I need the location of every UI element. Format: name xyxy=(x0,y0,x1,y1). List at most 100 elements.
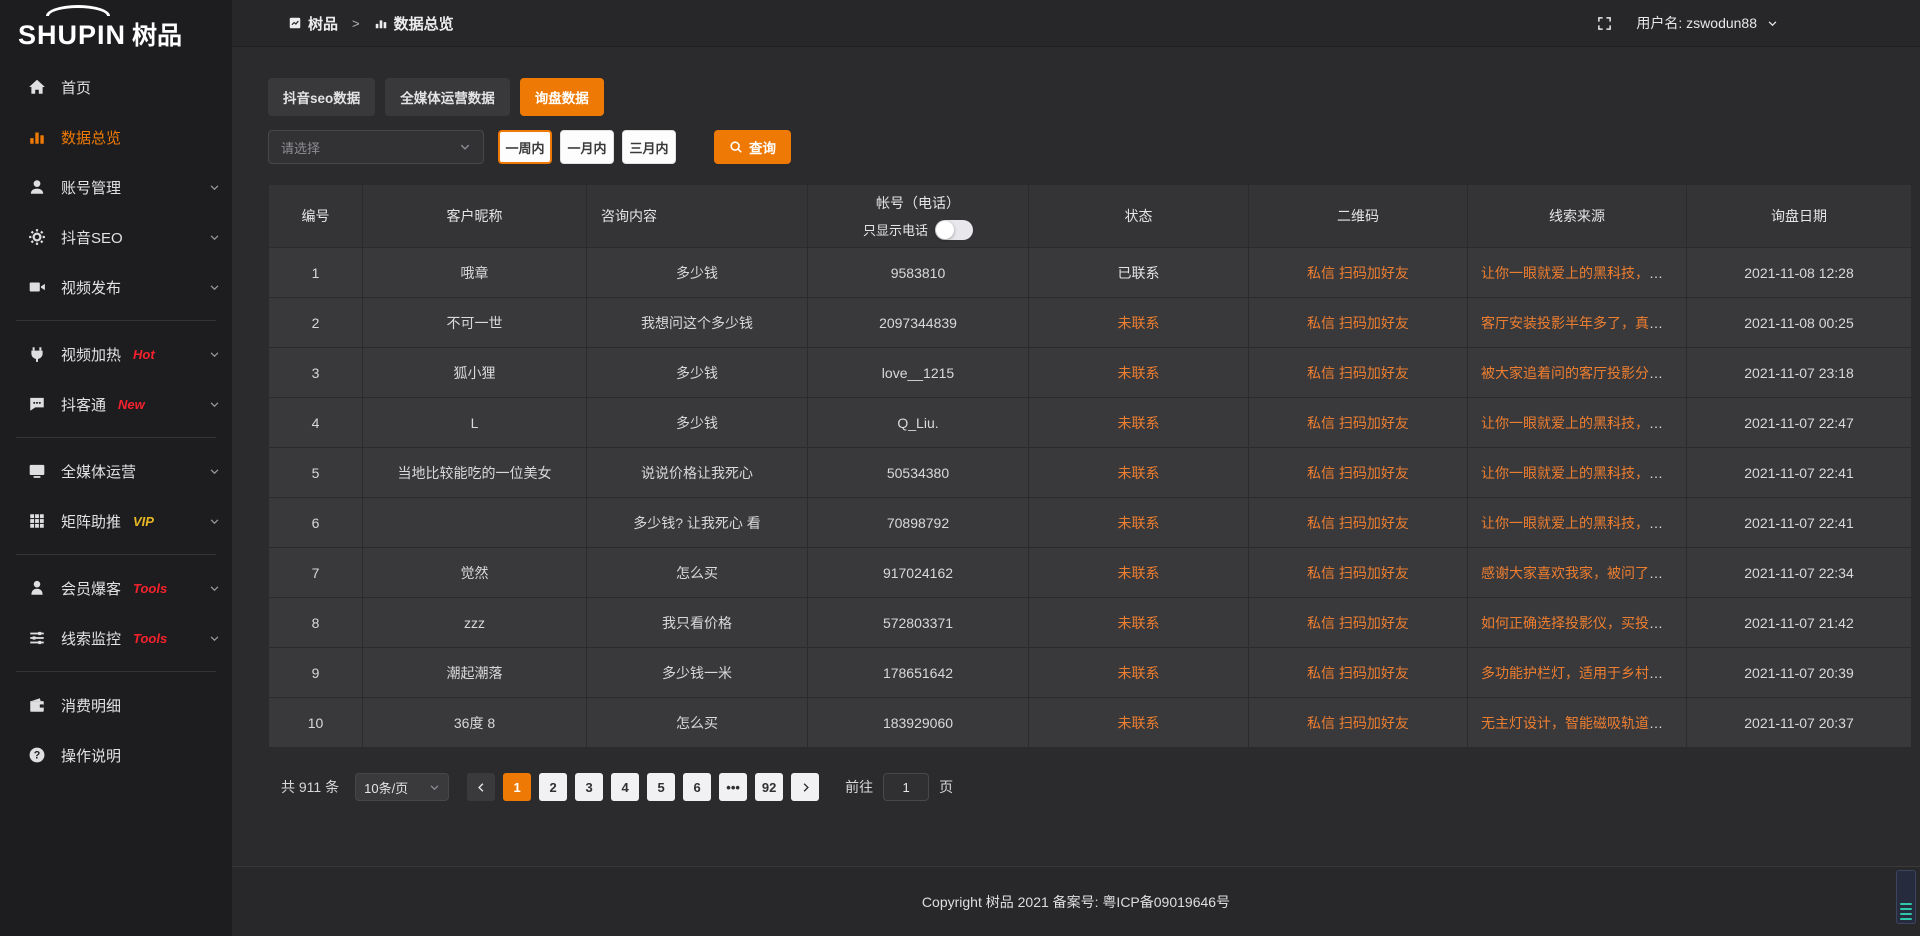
column-header: 询盘日期 xyxy=(1687,185,1912,248)
chevron-down-icon xyxy=(459,141,471,153)
period-button-2[interactable]: 三月内 xyxy=(622,130,676,164)
source-link[interactable]: 让你一眼就爱上的黑科技，能... xyxy=(1481,515,1675,531)
next-page-button[interactable] xyxy=(791,773,819,801)
sidebar-item-label: 视频发布 xyxy=(61,277,121,298)
cell-nickname: 不可一世 xyxy=(363,298,587,348)
data-tabs: 抖音seo数据全媒体运营数据询盘数据 xyxy=(268,78,1911,116)
monitor-icon xyxy=(28,462,46,480)
user-area: 用户名: zswodun88 xyxy=(1597,13,1778,33)
cell-qrcode: 私信 扫码加好友 xyxy=(1249,648,1468,698)
video-icon xyxy=(28,278,46,296)
cell-account: 70898792 xyxy=(808,498,1029,548)
username[interactable]: 用户名: zswodun88 xyxy=(1636,13,1757,33)
cell-source: 感谢大家喜欢我家，被问了好... xyxy=(1468,548,1687,598)
cell-qrcode: 私信 扫码加好友 xyxy=(1249,598,1468,648)
qrcode-link[interactable]: 私信 扫码加好友 xyxy=(1307,365,1409,381)
cell-nickname xyxy=(363,498,587,548)
cell-id: 2 xyxy=(269,298,363,348)
cell-nickname: 当地比较能吃的一位美女 xyxy=(363,448,587,498)
tab-1[interactable]: 全媒体运营数据 xyxy=(385,78,510,116)
sidebar-item-chat[interactable]: 抖客通New xyxy=(0,379,232,429)
page-button-5[interactable]: 5 xyxy=(647,773,675,801)
cell-qrcode: 私信 扫码加好友 xyxy=(1249,348,1468,398)
page-button-2[interactable]: 2 xyxy=(539,773,567,801)
sidebar-item-label: 视频加热 xyxy=(61,344,121,365)
page-button-4[interactable]: 4 xyxy=(611,773,639,801)
source-link[interactable]: 让你一眼就爱上的黑科技，能... xyxy=(1481,265,1675,281)
chevron-down-icon xyxy=(209,349,220,360)
sidebar-item-member[interactable]: 会员爆客Tools xyxy=(0,563,232,613)
qrcode-link[interactable]: 私信 扫码加好友 xyxy=(1307,565,1409,581)
qrcode-link[interactable]: 私信 扫码加好友 xyxy=(1307,715,1409,731)
goto-page: 前往 页 xyxy=(845,773,953,801)
status-badge: 未联系 xyxy=(1029,548,1249,598)
source-link[interactable]: 被大家追着问的客厅投影分享... xyxy=(1481,365,1675,381)
sidebar-item-grid[interactable]: 矩阵助推VIP xyxy=(0,496,232,546)
source-link[interactable]: 让你一眼就爱上的黑科技，能... xyxy=(1481,415,1675,431)
page-button-3[interactable]: 3 xyxy=(575,773,603,801)
cell-content: 我想问这个多少钱 xyxy=(587,298,808,348)
sidebar-item-bar-chart[interactable]: 数据总览 xyxy=(0,112,232,162)
fullscreen-icon[interactable] xyxy=(1597,16,1612,31)
source-link[interactable]: 感谢大家喜欢我家，被问了好... xyxy=(1481,565,1675,581)
sidebar-item-user[interactable]: 账号管理 xyxy=(0,162,232,212)
floating-widget[interactable] xyxy=(1896,870,1916,924)
qrcode-link[interactable]: 私信 扫码加好友 xyxy=(1307,265,1409,281)
qrcode-link[interactable]: 私信 扫码加好友 xyxy=(1307,615,1409,631)
sidebar-divider xyxy=(16,671,216,672)
sidebar-badge: VIP xyxy=(133,514,154,529)
qrcode-link[interactable]: 私信 扫码加好友 xyxy=(1307,515,1409,531)
sidebar-item-video[interactable]: 视频发布 xyxy=(0,262,232,312)
cell-id: 4 xyxy=(269,398,363,448)
chevron-down-icon xyxy=(209,466,220,477)
cell-qrcode: 私信 扫码加好友 xyxy=(1249,698,1468,748)
column-header: 客户昵称 xyxy=(363,185,587,248)
column-header: 线索来源 xyxy=(1468,185,1687,248)
sidebar-item-wallet[interactable]: 消费明细 xyxy=(0,680,232,730)
sidebar-item-heat[interactable]: 视频加热Hot xyxy=(0,329,232,379)
tab-2[interactable]: 询盘数据 xyxy=(520,78,604,116)
chevron-down-icon xyxy=(209,282,220,293)
period-button-1[interactable]: 一月内 xyxy=(560,130,614,164)
tab-0[interactable]: 抖音seo数据 xyxy=(268,78,375,116)
qrcode-link[interactable]: 私信 扫码加好友 xyxy=(1307,665,1409,681)
page-ellipsis-button[interactable]: ••• xyxy=(719,773,747,801)
source-link[interactable]: 如何正确选择投影仪，买投影... xyxy=(1481,615,1675,631)
page-size-select[interactable]: 10条/页 xyxy=(355,773,449,801)
status-badge: 未联系 xyxy=(1029,398,1249,448)
breadcrumb-current: 数据总览 xyxy=(374,13,454,34)
sidebar-item-home[interactable]: 首页 xyxy=(0,62,232,112)
phone-only-toggle[interactable] xyxy=(935,220,973,240)
prev-page-button[interactable] xyxy=(467,773,495,801)
sidebar-nav: 首页数据总览账号管理抖音SEO 视频发布视频加热Hot抖客通New 全媒体运营矩阵助… xyxy=(0,54,232,780)
breadcrumb-root[interactable]: 树品 xyxy=(288,13,338,34)
goto-page-input[interactable] xyxy=(883,773,929,801)
sidebar-item-gear[interactable]: 抖音SEO xyxy=(0,212,232,262)
qrcode-link[interactable]: 私信 扫码加好友 xyxy=(1307,415,1409,431)
sidebar-item-monitor[interactable]: 全媒体运营 xyxy=(0,446,232,496)
source-link[interactable]: 无主灯设计，智能磁吸轨道灯... xyxy=(1481,715,1675,731)
cell-id: 3 xyxy=(269,348,363,398)
source-link[interactable]: 客厅安装投影半年多了，真实... xyxy=(1481,315,1675,331)
sidebar-item-help[interactable]: ?操作说明 xyxy=(0,730,232,780)
table-row: 6多少钱? 让我死心 看70898792未联系私信 扫码加好友让你一眼就爱上的黑… xyxy=(269,498,1912,548)
chevron-down-icon xyxy=(209,633,220,644)
period-button-0[interactable]: 一周内 xyxy=(498,130,552,164)
cell-nickname: 36度 8 xyxy=(363,698,587,748)
source-link[interactable]: 多功能护栏灯，适用于乡村文... xyxy=(1481,665,1675,681)
query-button[interactable]: 查询 xyxy=(714,130,791,164)
table-row: 3狐小狸多少钱love__1215未联系私信 扫码加好友被大家追着问的客厅投影分… xyxy=(269,348,1912,398)
sidebar-item-label: 首页 xyxy=(61,77,91,98)
page-button-6[interactable]: 6 xyxy=(683,773,711,801)
sidebar-item-sliders[interactable]: 线索监控Tools xyxy=(0,613,232,663)
source-link[interactable]: 让你一眼就爱上的黑科技，能... xyxy=(1481,465,1675,481)
qrcode-link[interactable]: 私信 扫码加好友 xyxy=(1307,465,1409,481)
chevron-down-icon xyxy=(209,232,220,243)
page-button-92[interactable]: 92 xyxy=(755,773,783,801)
cell-nickname: L xyxy=(363,398,587,448)
page-button-1[interactable]: 1 xyxy=(503,773,531,801)
qrcode-link[interactable]: 私信 扫码加好友 xyxy=(1307,315,1409,331)
table-row: 5当地比较能吃的一位美女说说价格让我死心50534380未联系私信 扫码加好友让… xyxy=(269,448,1912,498)
filter-select[interactable]: 请选择 xyxy=(268,130,484,164)
cell-id: 10 xyxy=(269,698,363,748)
